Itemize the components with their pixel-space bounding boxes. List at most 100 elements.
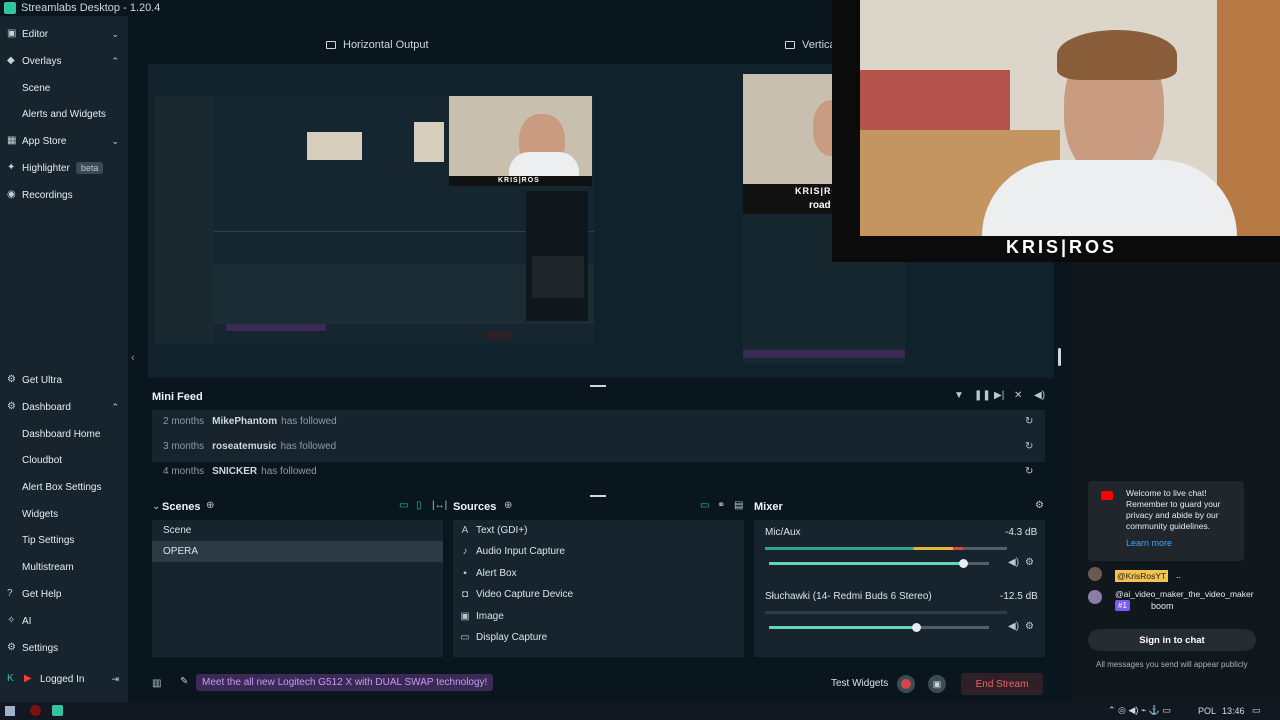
ai-icon: ✧ [7, 615, 16, 626]
source-group-icon[interactable]: ⚭ [717, 500, 725, 511]
speaker-icon[interactable]: ◀) [1008, 621, 1019, 632]
avatar [1088, 567, 1102, 581]
scene-item[interactable]: Scene [163, 525, 191, 536]
opera-icon[interactable] [30, 705, 41, 716]
volume-icon[interactable]: ◀) [1034, 390, 1045, 401]
channel-settings-icon[interactable]: ⚙ [1025, 557, 1034, 568]
window-title: Streamlabs Desktop - 1.20.4 [21, 2, 161, 14]
transition-icon[interactable]: |↔| [432, 500, 447, 511]
mixer-panel [754, 520, 1045, 657]
replay-icon[interactable]: ↻ [1025, 441, 1033, 452]
keyboard-language[interactable]: POL [1198, 706, 1216, 716]
mixer-settings-icon[interactable]: ⚙ [1035, 500, 1044, 511]
notification-icon[interactable]: ✎ [180, 676, 188, 687]
volume-slider[interactable] [769, 559, 989, 568]
source-item[interactable]: ▪ Alert Box [460, 568, 516, 579]
add-scene-icon[interactable]: ⊕ [206, 500, 214, 511]
source-item[interactable]: ◘ Video Capture Device [460, 589, 573, 600]
volume-slider[interactable] [769, 623, 989, 632]
test-widgets-label[interactable]: Test Widgets [831, 678, 888, 689]
source-item[interactable]: ▭ Display Capture [460, 632, 547, 643]
clock[interactable]: 13:46 [1222, 706, 1245, 716]
recordings-icon: ◉ [7, 189, 16, 200]
streamlabs-taskbar-icon[interactable] [52, 705, 63, 716]
volume-knob[interactable] [958, 559, 968, 568]
mixer-channel-name: Słuchawki (14- Redmi Buds 6 Stereo) [765, 591, 932, 602]
sidebar: ▣ Editor ⌄ ◆ Overlays ⌃ Scene Alerts and Wid… [0, 16, 128, 702]
sidebar-item-highlighter[interactable]: ✦ Highlighter beta [0, 156, 128, 180]
mute-alerts-icon[interactable]: ✕ [1014, 390, 1022, 401]
monitor-icon [785, 41, 795, 49]
skip-icon[interactable]: ▶| [994, 390, 1004, 401]
mixer-channel-name: Mic/Aux [765, 527, 801, 538]
vertical-output-label: Vertica [785, 39, 836, 51]
sidebar-item-alert-box-settings[interactable]: Alert Box Settings [0, 475, 128, 499]
horizontal-display-icon[interactable]: ▭ [399, 500, 408, 511]
schedule-icon[interactable]: ▣ [928, 675, 946, 693]
tray-icons[interactable]: ⌃ ◎ ◀) ⌁ ⚓ ▭ [1108, 705, 1171, 716]
taskbar: ⌃ ◎ ◀) ⌁ ⚓ ▭ POL 13:46 ▭ [0, 702, 1280, 720]
beta-badge: beta [75, 162, 104, 174]
feed-row: 4 months SNICKER has followed [163, 466, 317, 477]
sidebar-item-multistream[interactable]: Multistream [0, 555, 128, 579]
monitor-icon [326, 41, 336, 49]
learn-more-link[interactable]: Learn more [1126, 538, 1172, 548]
rec-button[interactable] [897, 675, 915, 693]
sidebar-item-overlays[interactable]: ◆ Overlays ⌃ [0, 49, 128, 73]
preview-scrollbar[interactable] [1058, 348, 1061, 366]
sidebar-item-alerts-widgets[interactable]: Alerts and Widgets [0, 102, 128, 126]
source-display-icon[interactable]: ▭ [700, 500, 709, 511]
pause-icon[interactable]: ❚❚ [974, 390, 991, 401]
mini-feed-title: Mini Feed [152, 391, 203, 403]
sidebar-item-logged-in[interactable]: K ▶ Logged In ⇥ [0, 667, 128, 691]
sidebar-item-widgets[interactable]: Widgets [0, 502, 128, 526]
microphone-icon: ♪ [462, 546, 468, 557]
channel-settings-icon[interactable]: ⚙ [1025, 621, 1034, 632]
sidebar-item-settings[interactable]: ⚙ Settings [0, 636, 128, 660]
vertical-display-icon[interactable]: ▯ [416, 500, 422, 511]
end-stream-button[interactable]: End Stream [961, 673, 1043, 695]
sidebar-item-dashboard-home[interactable]: Dashboard Home [0, 422, 128, 446]
collapse-chevron-icon[interactable]: ⌄ [152, 501, 160, 512]
preview-webcam-overlay: KRIS|ROS [449, 96, 592, 186]
logout-icon[interactable]: ⇥ [111, 674, 119, 685]
promo-banner[interactable]: Meet the all new Logitech G512 X with DU… [196, 674, 494, 691]
resize-handle[interactable] [590, 385, 606, 387]
notifications-icon[interactable]: ▭ [1252, 705, 1261, 716]
dashboard-icon: ⚙ [7, 401, 16, 412]
settings-icon: ⚙ [7, 642, 16, 653]
replay-icon[interactable]: ↻ [1025, 466, 1033, 477]
ultra-icon: ⚙ [7, 374, 16, 385]
replay-icon[interactable]: ↻ [1025, 416, 1033, 427]
filter-icon[interactable]: ▼ [954, 390, 964, 401]
audio-level-meter [765, 547, 1007, 550]
sign-in-to-chat-button[interactable]: Sign in to chat [1088, 629, 1256, 651]
sidebar-item-cloudbot[interactable]: Cloudbot [0, 448, 128, 472]
speaker-icon[interactable]: ◀) [1008, 557, 1019, 568]
editor-icon: ▣ [7, 28, 17, 39]
sidebar-item-tip-settings[interactable]: Tip Settings [0, 528, 128, 552]
scene-item[interactable]: OPERA [163, 546, 198, 557]
add-source-icon[interactable]: ⊕ [504, 500, 512, 511]
stats-icon[interactable]: ▥ [152, 678, 161, 689]
camera-icon: ◘ [461, 589, 469, 600]
sidebar-item-app-store[interactable]: ▦ App Store ⌄ [0, 129, 128, 153]
sidebar-item-get-help[interactable]: ? Get Help [0, 582, 128, 606]
folder-icon[interactable]: ▤ [734, 500, 743, 511]
chat-username: @ai_video_maker_the_video_maker [1115, 589, 1254, 599]
source-item[interactable]: ♪ Audio Input Capture [460, 546, 565, 557]
webcam-overlay: KRIS|ROS [832, 0, 1280, 262]
source-item[interactable]: ▣ Image [460, 611, 504, 622]
collapse-sidebar-icon[interactable]: ‹ [131, 352, 135, 364]
sidebar-item-ai[interactable]: ✧ AI [0, 609, 128, 633]
horizontal-output-label: Horizontal Output [326, 39, 429, 51]
windows-start-icon[interactable] [5, 706, 15, 716]
mixer-title: Mixer [754, 501, 783, 513]
sidebar-item-get-ultra[interactable]: ⚙ Get Ultra [0, 368, 128, 392]
sidebar-item-editor[interactable]: ▣ Editor ⌄ [0, 22, 128, 46]
sidebar-item-dashboard[interactable]: ⚙ Dashboard ⌃ [0, 395, 128, 419]
sidebar-item-scene[interactable]: Scene [0, 76, 128, 100]
sidebar-item-recordings[interactable]: ◉ Recordings [0, 183, 128, 207]
source-item[interactable]: A Text (GDI+) [460, 525, 528, 536]
resize-handle[interactable] [590, 495, 606, 497]
